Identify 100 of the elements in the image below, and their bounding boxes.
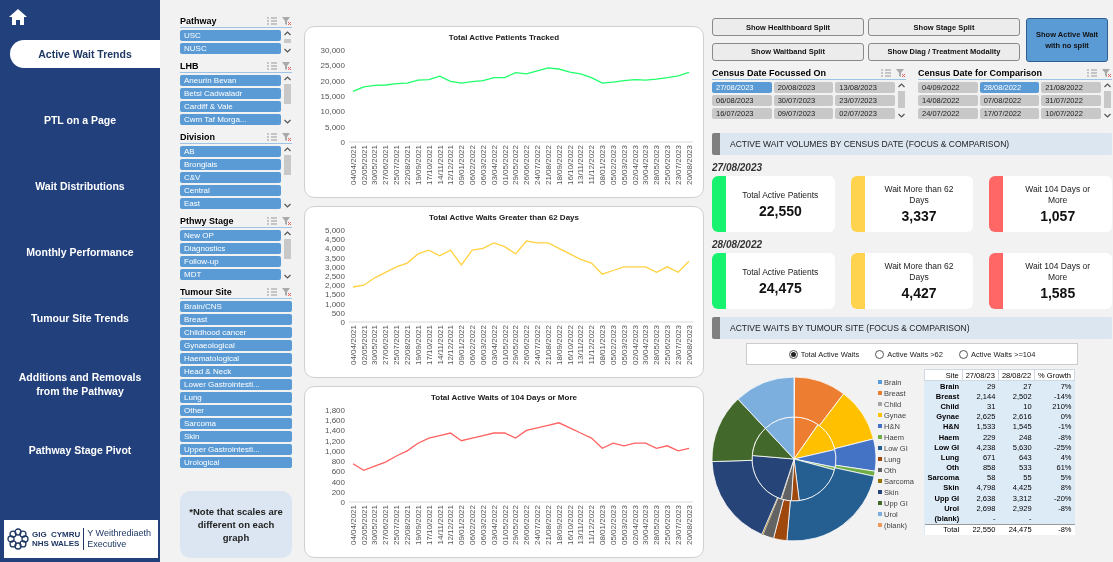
kpi-value: 1,585	[1040, 285, 1076, 301]
axis-tick-label: 09/01/2022	[457, 505, 467, 546]
axis-tick-label: 1,200	[324, 436, 345, 446]
scrollbar[interactable]	[283, 230, 292, 280]
axis-tick-label: 25/06/2023	[663, 325, 673, 366]
axis-tick-label: 23/07/2023	[673, 325, 683, 366]
axis-tick-label: 29/05/2022	[511, 145, 521, 186]
nav-item[interactable]: Additions and Removals from the Pathway	[0, 370, 160, 398]
axis-tick-label: 25/07/2021	[392, 145, 402, 186]
axis-tick-label: 01/05/2022	[500, 145, 510, 186]
axis-tick-label: 26/06/2022	[522, 325, 532, 366]
axis-tick-label: 24/07/2022	[533, 145, 543, 186]
axis-tick-label: 14/11/2021	[435, 145, 445, 185]
clear-filter-icon[interactable]	[1102, 68, 1112, 78]
axis-tick-label: 19/09/2021	[413, 145, 423, 186]
axis-tick-label: 08/01/2023	[598, 145, 608, 186]
chart-title: Total Active Waits of 104 Days or More	[431, 393, 577, 402]
clear-filter-icon[interactable]	[282, 216, 292, 226]
axis-tick-label: 1,000	[324, 299, 345, 309]
axis-tick-label: 30/05/2021	[370, 325, 380, 366]
scrollbar[interactable]	[283, 75, 292, 125]
axis-tick-label: 0	[340, 498, 345, 507]
axis-tick-label: 20/08/2023	[684, 145, 694, 186]
axis-tick-label: 1,500	[324, 290, 345, 300]
scale-note: *Note that scales are different on each graph	[180, 491, 292, 558]
scrollbar[interactable]	[897, 82, 906, 119]
axis-tick-label: 24/07/2022	[533, 505, 543, 546]
slicer-title: Division	[180, 132, 216, 142]
axis-tick-label: 02/04/2023	[630, 505, 640, 546]
axis-tick-label: 5,000	[324, 122, 345, 132]
axis-tick-label: 21/08/2022	[543, 505, 553, 546]
axis-tick-label: 30/04/2023	[641, 505, 651, 546]
axis-tick-label: 13/11/2022	[576, 505, 586, 545]
nav-item[interactable]: Active Wait Trends	[10, 40, 160, 68]
axis-tick-label: 10,000	[320, 107, 345, 117]
axis-tick-label: 28/05/2023	[652, 505, 662, 546]
census-date: 27/08/2023	[712, 162, 764, 173]
scrollbar[interactable]	[283, 30, 292, 54]
axis-tick-label: 11/12/2022	[587, 145, 597, 185]
radio-icon[interactable]	[875, 349, 885, 359]
organisation-name: Y Weithrediaeth	[87, 528, 151, 539]
nav-item[interactable]: PTL on a Page	[0, 106, 160, 134]
axis-tick-label: 22/08/2021	[403, 505, 412, 546]
kpi-label: Total Active Patients	[741, 266, 820, 278]
axis-tick-label: 25/06/2023	[663, 145, 673, 186]
axis-tick-label: 20/08/2023	[684, 505, 694, 546]
axis-tick-label: 06/03/2022	[478, 145, 488, 186]
axis-tick-label: 18/09/2022	[554, 325, 564, 366]
logo-text: WALES	[50, 539, 81, 548]
axis-tick-label: 27/06/2021	[381, 325, 391, 366]
axis-tick-label: 16/10/2022	[565, 325, 575, 366]
clear-filter-icon[interactable]	[282, 132, 292, 142]
axis-tick-label: 05/02/2023	[608, 145, 618, 186]
axis-tick-label: 30/05/2021	[370, 505, 380, 546]
axis-tick-label: 2,500	[324, 272, 345, 281]
scrollbar[interactable]	[1103, 82, 1112, 119]
nav-item[interactable]: Monthly Performance	[0, 238, 160, 266]
axis-tick-label: 02/04/2023	[630, 145, 640, 186]
axis-tick-label: 30/04/2023	[641, 325, 651, 366]
axis-tick-label: 12/12/2021	[446, 145, 456, 186]
axis-tick-label: 25/06/2023	[663, 505, 673, 546]
axis-tick-label: 600	[331, 467, 345, 477]
organisation-name: Executive	[87, 539, 128, 550]
nav-item[interactable]: Pathway Stage Pivot	[0, 436, 160, 464]
axis-tick-label: 1,800	[324, 406, 345, 415]
axis-tick-label: 4,500	[324, 235, 345, 245]
clear-filter-icon[interactable]	[282, 16, 292, 26]
radio-icon[interactable]	[788, 349, 798, 359]
axis-tick-label: 05/03/2023	[619, 145, 629, 186]
home-icon[interactable]	[8, 8, 28, 26]
axis-tick-label: 12/12/2021	[446, 505, 456, 546]
axis-tick-label: 08/01/2023	[598, 325, 608, 366]
slicer-title: LHB	[180, 61, 200, 71]
axis-tick-label: 18/09/2022	[554, 505, 564, 546]
section-heading: ACTIVE WAITS BY TUMOUR SITE (FOCUS & COMPARISON)	[712, 317, 1112, 339]
axis-tick-label: 28/05/2023	[652, 325, 662, 366]
kpi-value: 1,057	[1040, 208, 1076, 224]
clear-filter-icon[interactable]	[282, 61, 292, 71]
nav-item[interactable]: Wait Distributions	[0, 172, 160, 200]
axis-tick-label: 01/05/2022	[500, 325, 510, 366]
axis-tick-label: 12/12/2021	[446, 325, 456, 366]
radio-icon[interactable]	[958, 349, 968, 359]
axis-tick-label: 28/05/2023	[652, 145, 662, 186]
kpi-value: 3,337	[901, 208, 937, 224]
axis-tick-label: 26/06/2022	[522, 145, 532, 186]
axis-tick-label: 04/04/2021	[348, 325, 358, 366]
axis-tick-label: 3,500	[324, 253, 345, 263]
scrollbar[interactable]	[283, 146, 292, 209]
clear-filter-icon[interactable]	[896, 68, 906, 78]
clear-filter-icon[interactable]	[282, 287, 292, 297]
axis-tick-label: 23/07/2023	[673, 145, 683, 186]
kpi-label: Total Active Patients	[741, 189, 820, 201]
nav-item[interactable]: Tumour Site Trends	[0, 304, 160, 332]
slicer-title: Census Date Focussed On	[712, 68, 828, 78]
axis-tick-label: 17/10/2021	[424, 505, 434, 546]
axis-tick-label: 1,600	[324, 416, 345, 426]
kpi-label: Wait 104 Days or More	[1024, 261, 1092, 283]
axis-tick-label: 3,000	[324, 262, 345, 272]
axis-tick-label: 14/11/2021	[435, 325, 445, 365]
axis-tick-label: 0	[340, 318, 345, 327]
